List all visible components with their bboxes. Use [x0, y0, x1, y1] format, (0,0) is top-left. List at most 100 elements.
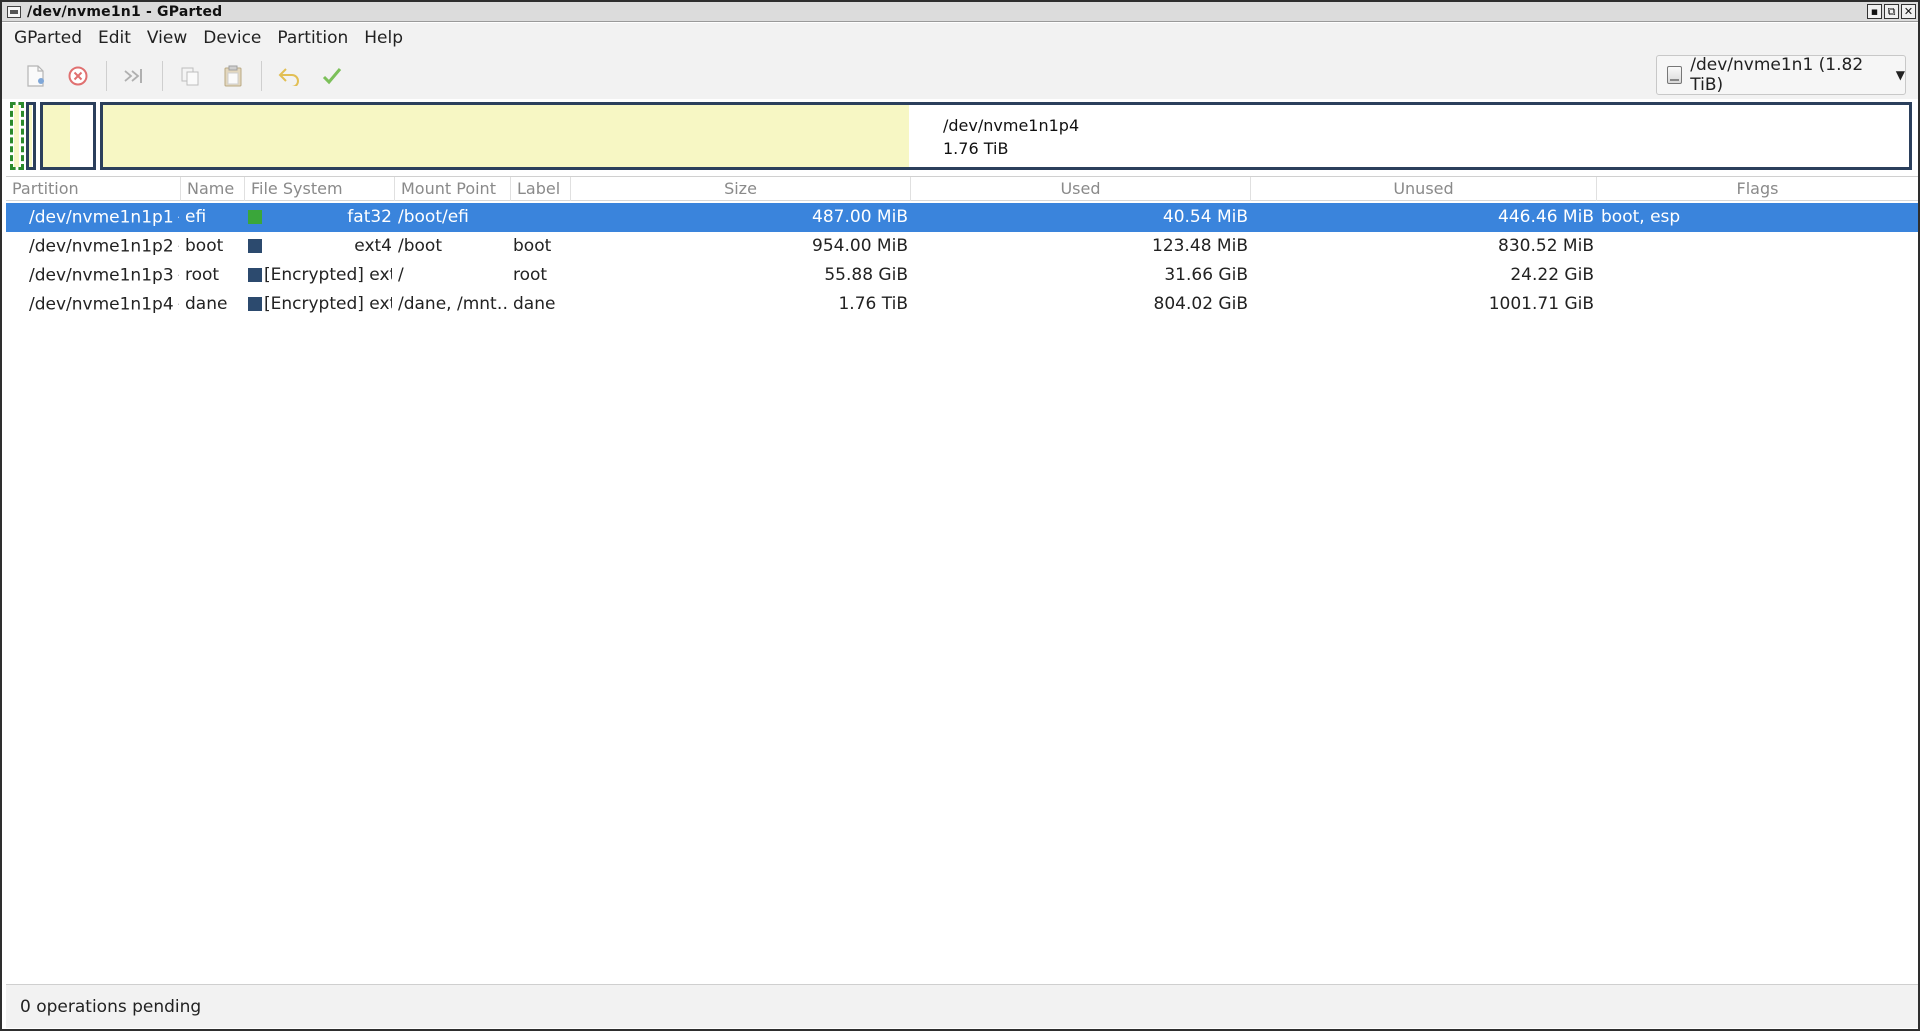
used-space-fill — [43, 105, 70, 167]
key-icon: ⊸ — [178, 290, 179, 319]
toolbar-separator — [162, 61, 163, 91]
partition-path: /dev/nvme1n1p2 — [29, 236, 174, 257]
cell-flags — [1601, 232, 1901, 261]
column-header-name[interactable]: Name — [181, 177, 245, 201]
resize-move-icon[interactable] — [117, 59, 151, 93]
cell-filesystem: ext4 — [354, 236, 392, 256]
cell-mountpoint: /boot/efi — [398, 207, 469, 227]
diskmap-partition-size: 1.76 TiB — [943, 139, 1009, 158]
cell-name: dane — [185, 294, 228, 314]
window-controls: ▪ ⧉ ✕ — [1867, 4, 1916, 19]
column-header-partition[interactable]: Partition — [6, 177, 181, 201]
toolbar-separator — [106, 61, 107, 91]
disk-map: /dev/nvme1n1p4 1.76 TiB — [8, 100, 1914, 172]
column-header-flags[interactable]: Flags — [1597, 177, 1918, 201]
cell-unused: 1001.71 GiB — [1488, 294, 1594, 314]
cell-mountpoint: /dane, /mnt… — [398, 294, 510, 314]
cell-used: 804.02 GiB — [1153, 294, 1248, 314]
chevron-down-icon: ▼ — [1895, 68, 1905, 82]
cell-filesystem: fat32 — [347, 207, 392, 227]
cell-flags — [1601, 290, 1901, 319]
toolbar-separator — [261, 61, 262, 91]
cell-name: root — [185, 265, 220, 285]
undo-icon[interactable] — [272, 59, 306, 93]
cell-mountpoint: /boot — [398, 236, 442, 256]
cell-partition: /dev/nvme1n1p2⊸ — [29, 232, 179, 261]
window-title: /dev/nvme1n1 - GParted — [27, 3, 223, 20]
cell-used: 40.54 MiB — [1162, 207, 1248, 227]
window-app-icon — [7, 5, 21, 18]
column-header-used[interactable]: Used — [911, 177, 1251, 201]
cell-flags — [1601, 261, 1901, 290]
filesystem-color-swatch — [248, 268, 262, 282]
filesystem-color-swatch — [248, 297, 262, 311]
maximize-icon[interactable]: ⧉ — [1884, 4, 1899, 19]
table-row[interactable]: /dev/nvme1n1p4⊸ dane [Encrypted] ext4 /d… — [6, 290, 1918, 319]
table-row[interactable]: /dev/nvme1n1p1⊸ efi fat32 /boot/efi 487.… — [6, 203, 1918, 232]
table-row[interactable]: /dev/nvme1n1p3⊸ root [Encrypted] ext4 / … — [6, 261, 1918, 290]
cell-partition: /dev/nvme1n1p1⊸ — [29, 203, 179, 232]
cell-label: dane — [513, 294, 556, 314]
menu-edit[interactable]: Edit — [90, 28, 139, 48]
column-header-size[interactable]: Size — [571, 177, 911, 201]
partition-path: /dev/nvme1n1p1 — [29, 207, 174, 228]
key-icon: ⊸ — [178, 261, 179, 290]
key-icon: ⊸ — [178, 232, 179, 261]
paste-icon[interactable] — [216, 59, 250, 93]
menu-bar: GParted Edit View Device Partition Help — [2, 23, 1918, 53]
partition-path: /dev/nvme1n1p3 — [29, 265, 174, 286]
cell-name: boot — [185, 236, 224, 256]
filesystem-color-swatch — [248, 239, 262, 253]
copy-icon[interactable] — [173, 59, 207, 93]
cell-used: 31.66 GiB — [1164, 265, 1248, 285]
key-icon: ⊸ — [178, 203, 179, 232]
status-text: 0 operations pending — [20, 996, 202, 1017]
column-header-label[interactable]: Label — [511, 177, 571, 201]
cell-filesystem: [Encrypted] ext4 — [264, 294, 392, 314]
column-header-unused[interactable]: Unused — [1251, 177, 1597, 201]
close-icon[interactable]: ✕ — [1901, 4, 1916, 19]
filesystem-color-swatch — [248, 210, 262, 224]
table-header: Partition Name File System Mount Point L… — [6, 177, 1918, 201]
menu-gparted[interactable]: GParted — [6, 28, 90, 48]
title-bar: /dev/nvme1n1 - GParted ▪ ⧉ ✕ — [2, 2, 1918, 22]
menu-help[interactable]: Help — [356, 28, 411, 48]
diskmap-partition-name: /dev/nvme1n1p4 — [943, 116, 1080, 135]
partition-path: /dev/nvme1n1p4 — [29, 294, 174, 315]
cell-flags: boot, esp — [1601, 207, 1681, 227]
cell-filesystem: [Encrypted] ext4 — [264, 265, 392, 285]
diskmap-partition-boot[interactable] — [26, 102, 36, 170]
cell-unused: 446.46 MiB — [1498, 207, 1594, 227]
delete-icon[interactable] — [61, 59, 95, 93]
menu-partition[interactable]: Partition — [269, 28, 356, 48]
cell-used: 123.48 MiB — [1152, 236, 1248, 256]
cell-label: root — [513, 265, 548, 285]
new-partition-icon[interactable] — [18, 59, 52, 93]
cell-size: 55.88 GiB — [824, 265, 908, 285]
diskmap-partition-dane[interactable]: /dev/nvme1n1p4 1.76 TiB — [100, 102, 1912, 170]
used-space-fill — [29, 105, 32, 167]
menu-device[interactable]: Device — [195, 28, 269, 48]
cell-unused: 830.52 MiB — [1498, 236, 1594, 256]
menu-view[interactable]: View — [139, 28, 195, 48]
status-bar: 0 operations pending — [6, 984, 1918, 1028]
diskmap-partition-label: /dev/nvme1n1p4 1.76 TiB — [943, 114, 1079, 160]
disk-icon — [1667, 66, 1683, 84]
used-space-fill — [103, 105, 909, 167]
table-row[interactable]: /dev/nvme1n1p2⊸ boot ext4 /boot boot 954… — [6, 232, 1918, 261]
device-selector[interactable]: /dev/nvme1n1 (1.82 TiB) ▼ — [1656, 55, 1906, 95]
partition-table: Partition Name File System Mount Point L… — [6, 176, 1918, 984]
cell-size: 1.76 TiB — [838, 294, 908, 314]
cell-label: boot — [513, 236, 552, 256]
used-space-fill — [14, 105, 19, 167]
diskmap-partition-root[interactable] — [40, 102, 96, 170]
cell-size: 487.00 MiB — [812, 207, 908, 227]
minimize-icon[interactable]: ▪ — [1867, 4, 1882, 19]
column-header-mountpoint[interactable]: Mount Point — [395, 177, 511, 201]
column-header-filesystem[interactable]: File System — [245, 177, 395, 201]
device-selector-label: /dev/nvme1n1 (1.82 TiB) — [1690, 55, 1864, 95]
diskmap-partition-efi[interactable] — [10, 102, 24, 170]
cell-partition: /dev/nvme1n1p3⊸ — [29, 261, 179, 290]
apply-icon[interactable] — [315, 59, 349, 93]
gparted-window: /dev/nvme1n1 - GParted ▪ ⧉ ✕ GParted Edi… — [0, 0, 1920, 1031]
